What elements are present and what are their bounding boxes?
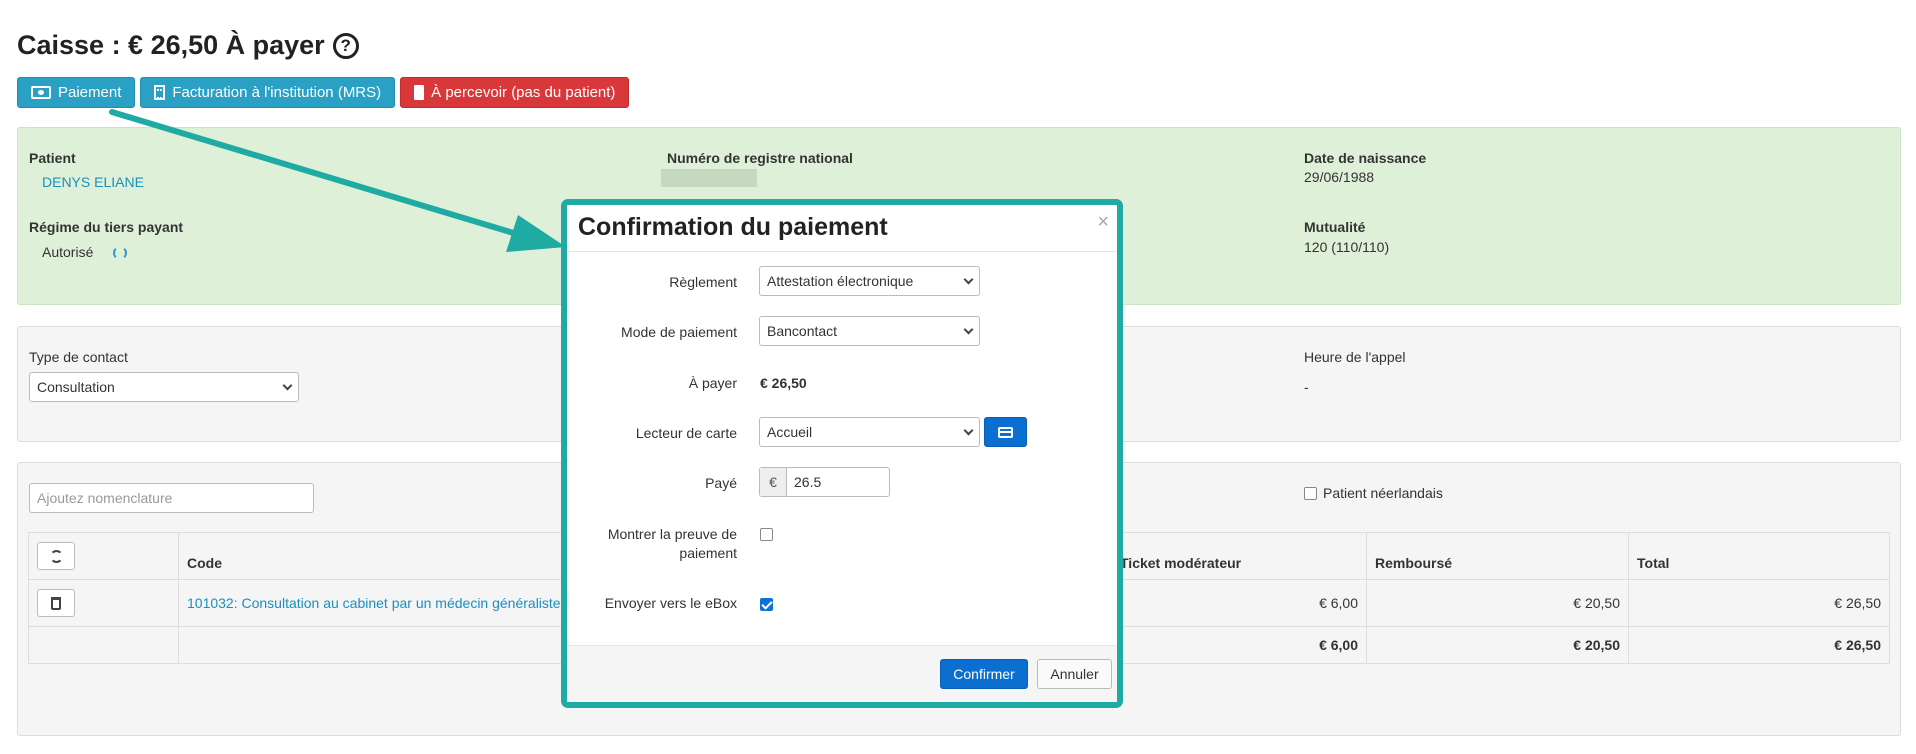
modal-footer: Confirmer Annuler: [567, 645, 1117, 702]
credit-card-icon: [998, 426, 1013, 438]
mutuality-label: Mutualité: [1304, 219, 1366, 235]
row-ticket: € 6,00: [1111, 579, 1367, 627]
dutch-patient-checkbox[interactable]: [1304, 486, 1317, 500]
card-reader-value: Accueil: [767, 424, 813, 440]
paid-amount-field[interactable]: € 26.5: [759, 467, 890, 497]
ticket-column-header: Ticket modérateur: [1111, 532, 1367, 580]
chevron-down-icon: [963, 274, 974, 284]
cash-icon: [31, 86, 51, 99]
institution-billing-button[interactable]: Facturation à l'institution (MRS): [140, 77, 396, 108]
confirm-button[interactable]: Confirmer: [940, 659, 1028, 689]
payment-button-label: Paiement: [58, 84, 122, 101]
nomenclature-search-input[interactable]: Ajoutez nomenclature: [29, 483, 314, 513]
patient-label: Patient: [29, 150, 76, 166]
paid-label: Payé: [705, 475, 737, 491]
dutch-patient-label: Patient néerlandais: [1323, 485, 1443, 501]
trash-icon: [51, 596, 61, 610]
modal-header: Confirmation du paiement ×: [567, 205, 1117, 252]
action-buttons: Paiement Facturation à l'institution (MR…: [17, 77, 630, 108]
payment-mode-select[interactable]: Bancontact: [759, 316, 980, 346]
proof-of-payment-checkbox[interactable]: [760, 528, 773, 541]
cancel-button[interactable]: Annuler: [1037, 659, 1112, 689]
read-card-button[interactable]: [984, 417, 1027, 447]
to-pay-label: À payer: [688, 375, 737, 391]
help-icon[interactable]: ?: [332, 32, 359, 59]
row-action-cell: [28, 579, 179, 627]
clipboard-icon: [414, 85, 425, 100]
total-ticket: € 6,00: [1111, 626, 1367, 664]
to-pay-value: € 26,50: [760, 375, 807, 391]
tiers-payant-label: Régime du tiers payant: [29, 219, 184, 235]
nrn-label: Numéro de registre national: [667, 150, 853, 166]
tiers-payant-value: Autorisé: [42, 244, 94, 260]
payment-mode-label: Mode de paiement: [621, 324, 737, 340]
euro-prefix: €: [760, 468, 787, 496]
grand-total: € 26,50: [1628, 626, 1890, 664]
card-reader-label: Lecteur de carte: [635, 425, 737, 441]
ebox-label: Envoyer vers le eBox: [604, 595, 737, 611]
page-title-text: Caisse : € 26,50 À payer: [17, 30, 325, 60]
payment-mode-value: Bancontact: [767, 323, 838, 339]
building-icon: [154, 85, 166, 100]
mutuality-value: 120 (110/110): [1304, 239, 1390, 255]
nrn-redacted-value: [661, 169, 757, 187]
page-title: Caisse : € 26,50 À payer ?: [17, 30, 359, 61]
payment-button[interactable]: Paiement: [17, 77, 136, 108]
dob-value: 29/06/1988: [1304, 169, 1375, 185]
call-time-value: -: [1304, 379, 1309, 395]
total-column-header: Total: [1628, 532, 1890, 580]
contact-type-select[interactable]: Consultation: [29, 372, 299, 402]
refresh-header-cell: [28, 532, 179, 580]
proof-of-payment-label: Montrer la preuve de paiement: [608, 525, 737, 563]
payment-confirmation-modal: Confirmation du paiement × Règlement Att…: [561, 199, 1123, 708]
proof-label-line2: paiement: [679, 545, 737, 561]
proof-label-line1: Montrer la preuve de: [607, 526, 737, 542]
tiers-payant-status: Autorisé: [42, 244, 128, 261]
totals-empty-cell: [28, 626, 179, 664]
settlement-select[interactable]: Attestation électronique: [759, 266, 980, 296]
chevron-down-icon: [963, 425, 974, 435]
chevron-down-icon: [282, 380, 293, 390]
collect-button[interactable]: À percevoir (pas du patient): [400, 77, 630, 108]
settlement-label: Règlement: [669, 274, 737, 290]
total-reimbursed: € 20,50: [1366, 626, 1629, 664]
delete-button[interactable]: [37, 589, 75, 617]
collect-button-label: À percevoir (pas du patient): [431, 84, 616, 101]
call-time-label: Heure de l'appel: [1304, 349, 1406, 365]
paid-amount-value[interactable]: 26.5: [787, 468, 828, 496]
institution-billing-label: Facturation à l'institution (MRS): [172, 84, 382, 101]
row-reimbursed: € 20,50: [1366, 579, 1629, 627]
refresh-icon[interactable]: [113, 246, 128, 261]
card-reader-select[interactable]: Accueil: [759, 417, 980, 447]
cash-register-page: Caisse : € 26,50 À payer ? Paiement Fact…: [0, 0, 1916, 754]
patient-name-link[interactable]: DENYS ELIANE: [42, 174, 144, 190]
ebox-checkbox[interactable]: [760, 598, 773, 611]
refresh-button[interactable]: [37, 542, 75, 570]
chevron-down-icon: [963, 324, 974, 334]
dob-label: Date de naissance: [1304, 150, 1427, 166]
reimbursed-column-header: Remboursé: [1366, 532, 1629, 580]
modal-title: Confirmation du paiement: [578, 213, 888, 241]
contact-type-label: Type de contact: [29, 349, 128, 365]
refresh-icon: [49, 549, 63, 563]
dutch-patient-option[interactable]: Patient néerlandais: [1304, 485, 1443, 501]
close-icon[interactable]: ×: [1097, 211, 1109, 234]
settlement-value: Attestation électronique: [767, 273, 914, 289]
contact-type-value: Consultation: [37, 379, 115, 395]
row-total: € 26,50: [1628, 579, 1890, 627]
